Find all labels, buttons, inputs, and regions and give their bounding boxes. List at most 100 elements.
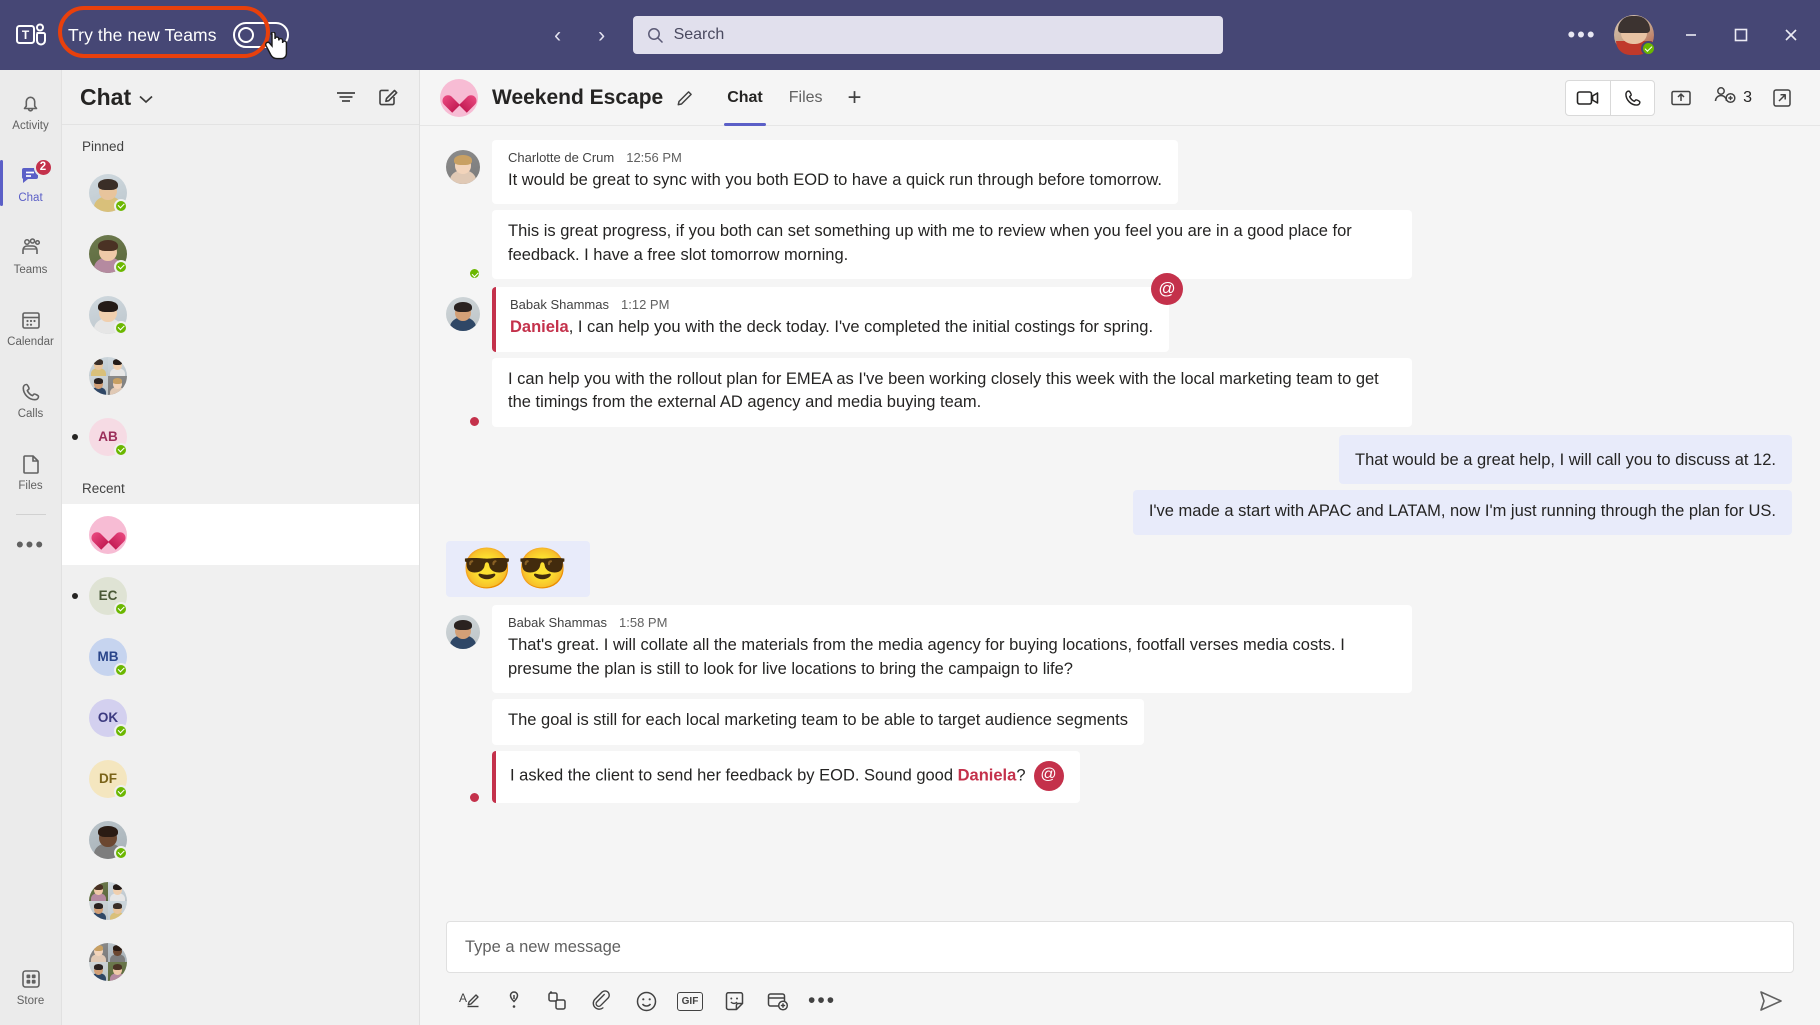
loop-icon[interactable] [544, 987, 572, 1015]
filter-icon[interactable] [331, 82, 361, 112]
conversation-avatar [440, 78, 478, 117]
message-text: I can help you with the rollout plan for… [508, 369, 1379, 412]
back-button[interactable]: ‹ [541, 18, 575, 52]
sidebar-item-label: Calls [17, 407, 44, 420]
sidebar-item-store[interactable]: Store [0, 955, 62, 1017]
chevron-down-icon[interactable] [139, 95, 153, 104]
video-call-icon[interactable] [1566, 81, 1610, 115]
gif-icon[interactable]: GIF [676, 987, 704, 1015]
presence-available-icon [114, 845, 128, 860]
audio-call-icon[interactable] [1610, 80, 1654, 115]
avatar [89, 515, 127, 554]
sidebar-item-chat[interactable]: 2 Chat [0, 152, 62, 214]
add-people-button[interactable]: 3 [1707, 85, 1756, 110]
message-author-avatar [446, 287, 481, 428]
chat-list-item[interactable]: AB [62, 406, 419, 467]
message-input-placeholder: Type a new message [465, 937, 621, 956]
chat-list-item[interactable]: DF [62, 748, 419, 809]
at-mention-badge-icon: @ [1033, 760, 1064, 791]
search-icon [647, 27, 664, 44]
sidebar-item-teams[interactable]: Teams [0, 224, 62, 286]
attach-icon[interactable] [588, 987, 616, 1015]
chat-list-item[interactable] [62, 223, 419, 284]
chat-list-item[interactable]: OK [62, 687, 419, 748]
sidebar-item-calendar[interactable]: Calendar [0, 296, 62, 358]
tab-files[interactable]: Files [776, 70, 836, 126]
format-icon[interactable]: A [456, 987, 484, 1015]
message-bubble[interactable]: I asked the client to send her feedback … [492, 750, 1080, 803]
user-avatar[interactable] [1614, 15, 1656, 56]
sticker-icon[interactable] [720, 987, 748, 1015]
message-bubble[interactable]: I've made a start with APAC and LATAM, n… [1132, 489, 1792, 536]
rail-more-apps-button[interactable]: ••• [16, 525, 45, 565]
minimize-button[interactable] [1668, 16, 1714, 54]
message-bubble[interactable]: Babak Shammas 1:12 PM Daniela, I can help … [492, 273, 1184, 352]
message-bubble[interactable]: Charlotte de Crum 12:56 PM It would be gre… [492, 140, 1178, 205]
at-mention-badge-icon: @ [1151, 273, 1184, 306]
presence-available-icon [114, 784, 128, 799]
send-icon[interactable] [1758, 989, 1790, 1013]
forward-button[interactable]: › [585, 18, 619, 52]
maximize-button[interactable] [1718, 16, 1764, 54]
pencil-icon[interactable] [676, 88, 696, 108]
message-bubble[interactable]: This is great progress, if you both can … [492, 210, 1412, 280]
message-bubble[interactable]: I can help you with the rollout plan for… [492, 357, 1412, 427]
message-input[interactable]: Type a new message [446, 921, 1794, 973]
message-list[interactable]: Charlotte de Crum 12:56 PM It would be gre… [420, 126, 1820, 915]
search-input[interactable]: Search [632, 16, 1223, 54]
sidebar-item-calls[interactable]: Calls [0, 368, 62, 430]
chat-list-item[interactable] [62, 345, 419, 406]
mention-name[interactable]: Daniela [958, 766, 1017, 784]
mouse-cursor-hand-icon [265, 32, 288, 60]
avatar-hair [1618, 16, 1650, 33]
chat-list-item[interactable] [62, 162, 419, 223]
meet-now-icon[interactable] [764, 987, 792, 1015]
chat-list-item[interactable] [62, 809, 419, 870]
chat-list-item[interactable]: MB [62, 626, 419, 687]
chat-list-scroll-area[interactable]: Pinned AB Recent EC MB OK DF [62, 125, 419, 1025]
avatar: OK [89, 698, 128, 738]
message-bubble[interactable]: The goal is still for each local marketi… [492, 699, 1145, 745]
add-tab-button[interactable]: + [836, 84, 874, 112]
presence-available-icon [1641, 41, 1656, 56]
compose-more-button[interactable]: ••• [808, 987, 836, 1015]
chat-list-item[interactable] [62, 284, 419, 345]
chat-list-section-header: Recent [82, 481, 125, 496]
new-chat-icon[interactable] [373, 82, 403, 112]
message-text: I've made a start with APAC and LATAM, n… [1148, 501, 1776, 520]
chat-list-item[interactable] [62, 504, 419, 565]
chat-list-item[interactable]: EC [62, 565, 419, 626]
message-bubble[interactable]: Babak Shammas 1:58 PM That's great. I will… [492, 605, 1412, 694]
message-meta: Charlotte de Crum 12:56 PM [508, 150, 1162, 165]
chat-list-item[interactable] [62, 931, 419, 992]
chat-list-item-text [138, 436, 405, 438]
sidebar-item-activity[interactable]: Activity [0, 80, 62, 142]
avatar [89, 234, 128, 274]
avatar [89, 820, 128, 860]
search-placeholder: Search [673, 26, 725, 43]
emoji-icon[interactable] [632, 987, 660, 1015]
share-screen-icon[interactable] [1661, 81, 1701, 115]
message-time: 1:58 PM [619, 615, 668, 631]
conversation-header: Weekend Escape Chat Files + 3 [420, 70, 1820, 126]
important-icon[interactable] [500, 987, 528, 1015]
message-bubble[interactable]: That would be a great help, I will call … [1339, 434, 1792, 484]
presence-available-icon [114, 320, 128, 335]
avatar: MB [89, 637, 128, 677]
message-column: Babak Shammas 1:58 PM That's great. I will… [492, 605, 1794, 803]
titlebar-right-controls: ••• [1560, 15, 1820, 56]
message-text: That would be a great help, I will call … [1355, 450, 1776, 469]
chat-list-item[interactable] [62, 870, 419, 931]
pop-out-icon[interactable] [1762, 81, 1802, 115]
message-text: I asked the client to send her feedback … [510, 760, 1064, 791]
settings-more-button[interactable]: ••• [1560, 15, 1604, 55]
mention-name[interactable]: Daniela [510, 318, 569, 336]
close-button[interactable] [1768, 16, 1814, 54]
chat-list-item-text [138, 839, 405, 841]
avatar [89, 295, 128, 335]
reaction-bubble[interactable]: 😎😎 [446, 541, 590, 598]
tab-chat[interactable]: Chat [714, 70, 776, 126]
conversation-tabs: Chat Files + [714, 70, 873, 126]
message-text: That's great. I will collate all the mat… [508, 636, 1345, 678]
sidebar-item-files[interactable]: Files [0, 440, 62, 502]
